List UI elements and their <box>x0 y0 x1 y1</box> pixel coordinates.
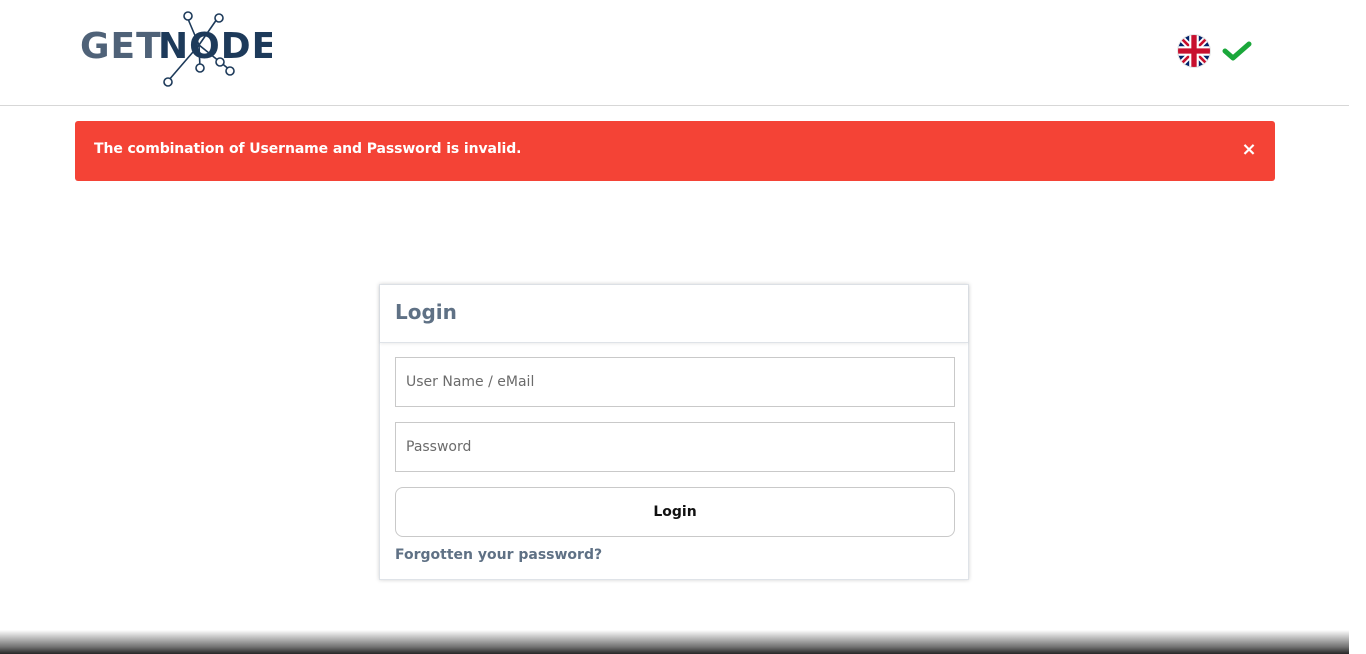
header: GET NODE <box>0 0 1349 106</box>
bottom-shadow <box>0 630 1349 654</box>
uk-flag-graphic <box>1178 35 1210 67</box>
logo-text-get: GET <box>80 26 162 67</box>
close-icon[interactable]: × <box>1241 139 1257 161</box>
login-button[interactable]: Login <box>395 487 955 537</box>
username-input[interactable] <box>395 357 955 407</box>
logo-graphic: GET NODE <box>80 11 272 87</box>
uk-flag-icon[interactable] <box>1178 35 1210 67</box>
getnode-logo[interactable]: GET NODE <box>80 10 272 90</box>
scrollbar-gutter <box>1349 0 1366 654</box>
password-input[interactable] <box>395 422 955 472</box>
login-title: Login <box>395 300 457 324</box>
logo-text-node: NODE <box>158 26 272 67</box>
language-dropdown-toggle[interactable] <box>1222 40 1252 62</box>
page: GET NODE The combination of Username and… <box>0 0 1366 654</box>
error-alert: The combination of Username and Password… <box>75 121 1275 181</box>
login-card: Login Login Forgotten your password? <box>379 284 969 580</box>
login-card-header: Login <box>380 285 968 343</box>
alert-message: The combination of Username and Password… <box>94 141 522 157</box>
check-icon <box>1222 41 1252 61</box>
forgot-password-link[interactable]: Forgotten your password? <box>395 547 602 563</box>
